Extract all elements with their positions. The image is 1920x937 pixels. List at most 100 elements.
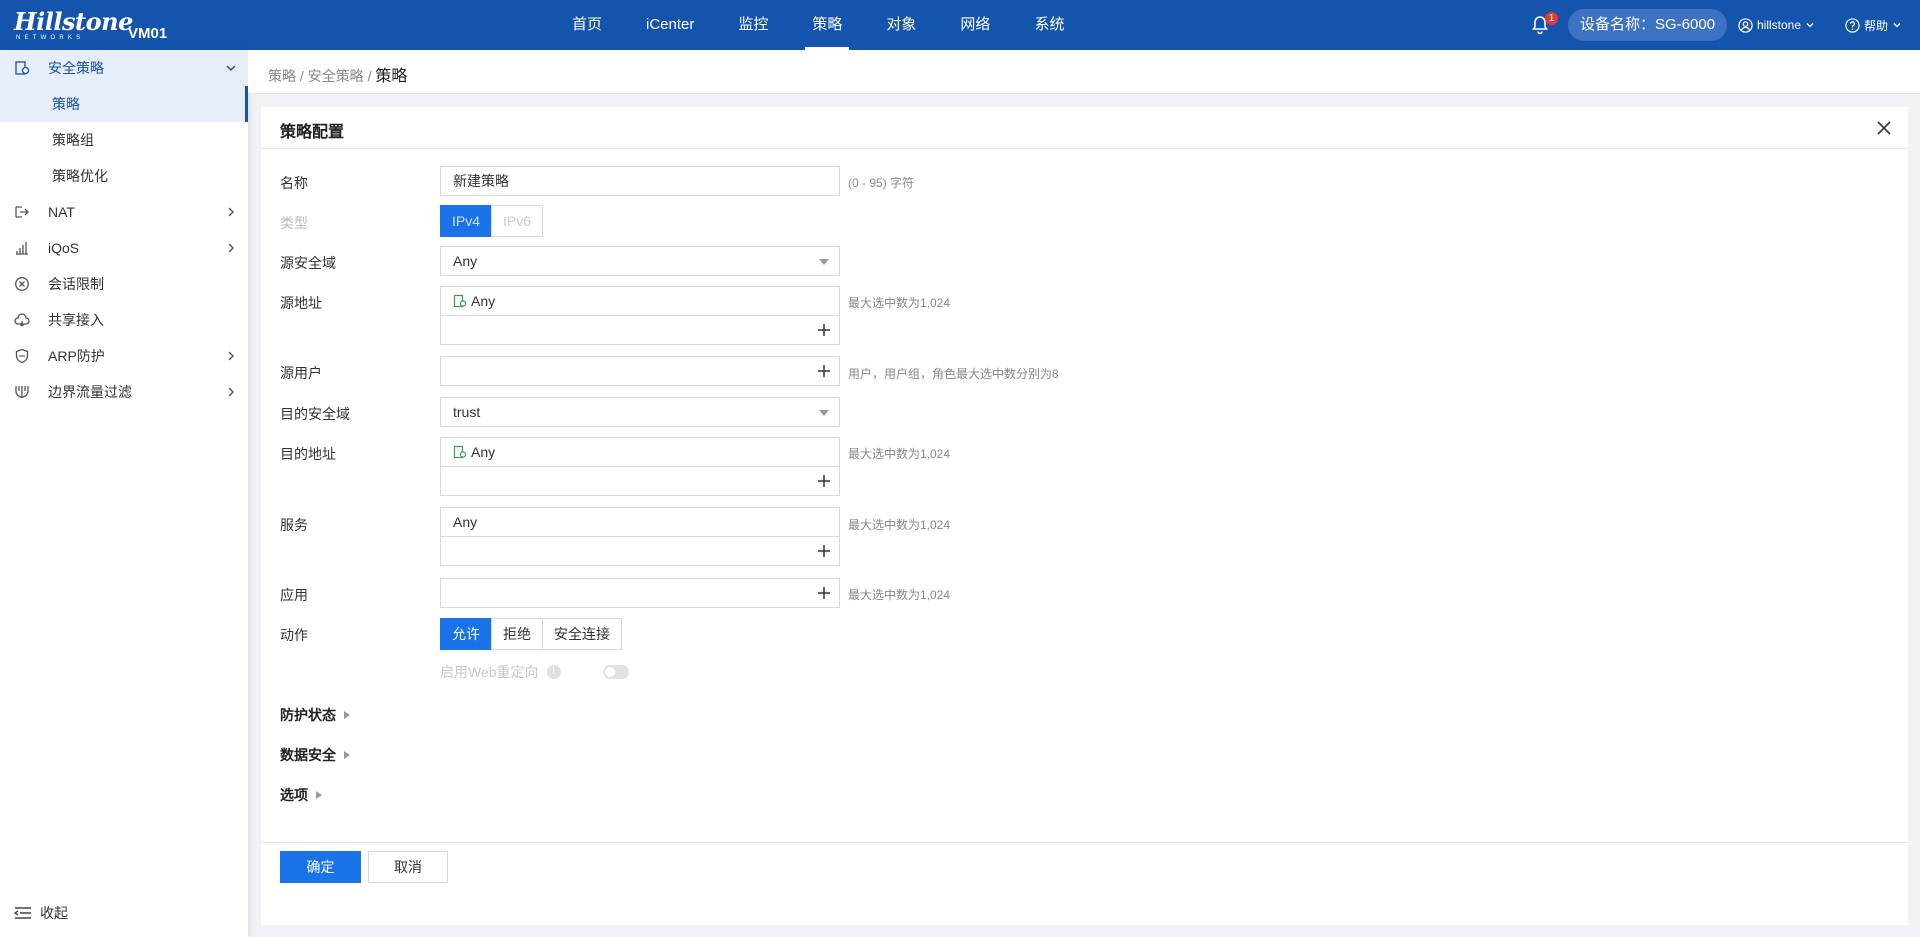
nav-monitor[interactable]: 监控 [716,0,790,50]
main-nav: 首页 iCenter 监控 策略 对象 网络 系统 [550,0,1086,50]
type-label: 类型 [280,215,308,231]
caret-right-icon [344,751,350,759]
footer-divider [261,842,1908,843]
sidebar-item-nat[interactable]: NAT [0,194,248,230]
chevron-down-icon [1806,23,1814,28]
sidebar-subitem-policy-optimize[interactable]: 策略优化 [0,158,248,194]
shield-icon [15,348,29,364]
nav-policy[interactable]: 策略 [790,0,864,50]
section-protection-status[interactable]: 防护状态 [280,705,350,725]
sidebar-subitem-policy[interactable]: 策略 [0,86,248,122]
panel-title: 策略配置 [280,124,345,141]
destination-address-list[interactable]: Any [440,437,840,467]
breadcrumb-security-policy[interactable]: 安全策略 [308,68,364,84]
sidebar: 安全策略 策略 策略组 策略优化 NAT iQoS 会话限制 共享接入 ARP防… [0,50,248,937]
source-address-hint: 最大选中数为1,024 [848,296,951,310]
plus-icon[interactable] [817,586,831,600]
ok-button[interactable]: 确定 [280,851,361,883]
source-address-list[interactable]: Any [440,286,840,316]
web-redirect-label: 启用Web重定向 [440,664,539,680]
collapse-sidebar-button[interactable]: 收起 [14,903,68,923]
sidebar-item-security-policy[interactable]: 安全策略 [0,50,248,86]
close-icon[interactable] [1876,120,1892,136]
plus-icon[interactable] [817,323,831,337]
source-zone-label: 源安全域 [280,255,336,271]
bar-chart-icon [16,242,28,255]
nat-icon [15,206,29,218]
action-secure-connection-button[interactable]: 安全连接 [542,618,622,650]
source-address-label: 源地址 [280,295,322,311]
cancel-button[interactable]: 取消 [368,851,448,883]
source-zone-select[interactable]: Any [440,246,840,276]
nav-network[interactable]: 网络 [938,0,1012,50]
plus-icon[interactable] [817,544,831,558]
action-deny-button[interactable]: 拒绝 [491,618,543,650]
plus-icon[interactable] [817,364,831,378]
service-hint: 最大选中数为1,024 [848,518,951,532]
destination-zone-label: 目的安全域 [280,406,350,422]
dropdown-arrow-icon [819,259,829,265]
service-list[interactable]: Any [440,507,840,537]
sidebar-item-iqos[interactable]: iQoS [0,230,248,266]
address-book-icon [453,445,467,459]
address-book-icon [453,294,467,308]
source-address-add-row [440,315,840,345]
destination-address-label: 目的地址 [280,446,336,462]
name-input[interactable]: 新建策略 [440,166,840,196]
chevron-right-icon [228,387,234,397]
chevron-down-icon [1893,23,1901,28]
nav-object[interactable]: 对象 [864,0,938,50]
user-menu[interactable]: hillstone [1738,16,1815,34]
section-data-security[interactable]: 数据安全 [280,745,350,765]
action-permit-button[interactable]: 允许 [440,618,492,650]
sidebar-item-border-traffic-filter[interactable]: 边界流量过滤 [0,374,248,410]
chevron-right-icon [228,243,234,253]
section-options[interactable]: 选项 [280,785,322,805]
device-model: VM01 [128,25,168,42]
username: hillstone [1757,18,1802,32]
sidebar-item-arp-protection[interactable]: ARP防护 [0,338,248,374]
sidebar-item-session-limit[interactable]: 会话限制 [0,266,248,302]
nav-icenter[interactable]: iCenter [624,0,716,50]
nav-home[interactable]: 首页 [550,0,624,50]
source-user-label: 源用户 [280,365,322,381]
service-add-row [440,536,840,566]
device-name-pill: 设备名称：SG-6000 [1568,9,1728,41]
service-label: 服务 [280,517,308,533]
breadcrumb-policy[interactable]: 策略 [268,68,296,84]
application-input[interactable] [440,578,840,608]
help-label: 帮助 [1864,18,1889,33]
notification-badge: 1 [1545,12,1558,25]
type-ipv4-button[interactable]: IPv4 [440,205,493,237]
type-ipv6-button[interactable]: IPv6 [491,205,544,237]
sidebar-subitem-policy-group[interactable]: 策略组 [0,122,248,158]
web-redirect-toggle[interactable] [602,665,629,679]
dropdown-arrow-icon [819,410,829,416]
application-hint: 最大选中数为1,024 [848,588,951,602]
plus-icon[interactable] [817,474,831,488]
filter-icon [15,386,29,398]
panel-header: 策略配置 [261,107,1908,149]
chevron-right-icon [228,207,234,217]
collapse-menu-icon [14,907,31,919]
breadcrumb-bar: 策略 / 安全策略 / 策略 [248,50,1920,94]
security-policy-icon [15,61,30,75]
source-user-hint: 用户，用户组，角色最大选中数分别为8 [848,367,1059,381]
help-menu[interactable]: 帮助 [1845,16,1902,34]
destination-zone-select[interactable]: trust [440,397,840,427]
caret-right-icon [316,791,322,799]
info-icon[interactable]: i [546,665,561,679]
sidebar-item-shared-access[interactable]: 共享接入 [0,302,248,338]
nav-system[interactable]: 系统 [1012,0,1086,50]
action-toggle: 允许 拒绝 安全连接 [440,618,622,650]
chevron-right-icon [228,351,234,361]
breadcrumb: 策略 / 安全策略 / 策略 [268,68,408,85]
name-hint: (0 - 95) 字符 [848,176,915,190]
name-label: 名称 [280,175,308,191]
hillstone-logo[interactable]: Hillstone NETWORKS [14,10,133,42]
chevron-down-icon [226,65,236,71]
destination-address-hint: 最大选中数为1,024 [848,447,951,461]
source-user-input[interactable] [440,356,840,386]
policy-config-panel: 策略配置 名称 新建策略 (0 - 95) 字符 类型 IPv4 IPv6 源安… [261,107,1908,925]
help-icon [1845,17,1860,33]
